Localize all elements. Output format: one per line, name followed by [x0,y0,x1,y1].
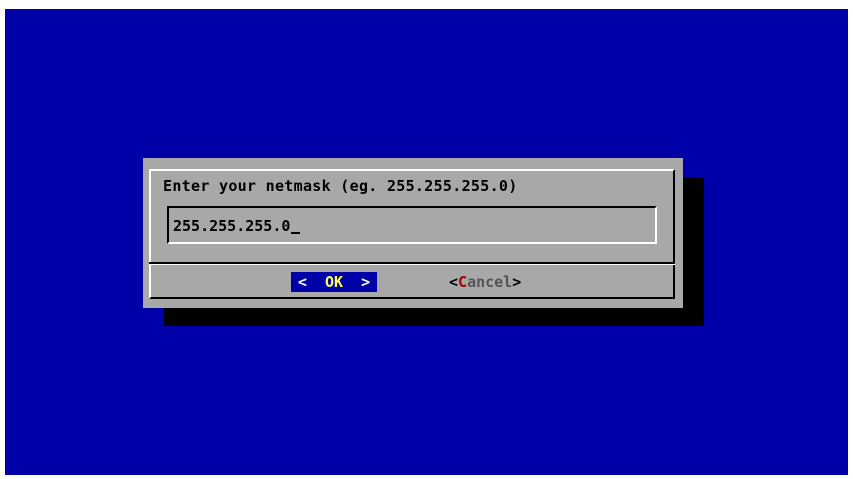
button-separator [149,262,675,265]
netmask-input[interactable]: 255.255.255.0 [167,206,657,244]
dialog-prompt: Enter your netmask (eg. 255.255.255.0) [163,177,518,195]
netmask-dialog: Enter your netmask (eg. 255.255.255.0) 2… [143,158,683,308]
netmask-input-value[interactable]: 255.255.255.0 [173,217,301,235]
text-cursor [291,232,301,234]
cancel-button[interactable]: <Cancel> [449,272,521,292]
ok-button[interactable]: < OK > [291,272,377,292]
